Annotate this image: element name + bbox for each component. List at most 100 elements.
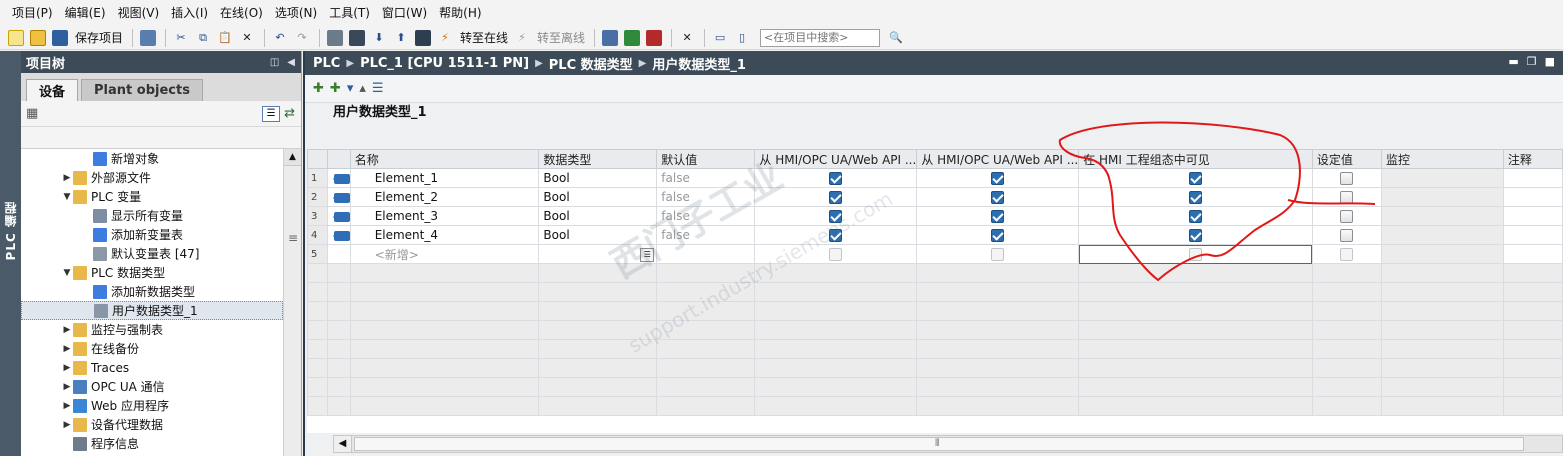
writable-cell[interactable]	[916, 206, 1080, 226]
column-header-datatype[interactable]: 数据类型	[538, 149, 658, 169]
tree-item[interactable]: 显示所有变量	[21, 206, 283, 225]
visible-cell[interactable]	[1078, 244, 1313, 264]
tree-item[interactable]: ▶ 监控与强制表	[21, 320, 283, 339]
start-cpu-icon[interactable]	[622, 28, 642, 48]
visible-checkbox[interactable]	[1189, 191, 1203, 204]
pin-icon[interactable]: ◫	[270, 57, 279, 68]
visible-checkbox[interactable]	[1189, 248, 1203, 261]
setpoint-checkbox[interactable]	[1340, 248, 1354, 261]
scroll-grip-icon[interactable]: ≡	[288, 231, 298, 245]
undo-icon[interactable]: ↶	[270, 28, 290, 48]
accessible-cell[interactable]	[754, 225, 918, 245]
datatype-picker-icon[interactable]: ☰	[640, 247, 655, 262]
default-value-cell[interactable]: false	[656, 168, 756, 188]
accessible-cell[interactable]	[754, 187, 918, 207]
name-cell[interactable]: Element_2	[349, 187, 540, 207]
visible-checkbox[interactable]	[1189, 210, 1203, 223]
close-icon[interactable]: ✕	[677, 28, 697, 48]
setpoint-cell[interactable]	[1311, 168, 1382, 188]
accessible-checkbox[interactable]	[829, 248, 843, 261]
collapse-icon[interactable]: ◀	[287, 57, 295, 68]
visible-cell[interactable]	[1078, 187, 1313, 207]
tree-item[interactable]: ▶ Web 应用程序	[21, 396, 283, 415]
split-horizontal-icon[interactable]: ▭	[710, 28, 730, 48]
menu-item[interactable]: 编辑(E)	[59, 0, 112, 26]
setpoint-checkbox[interactable]	[1340, 229, 1354, 242]
setpoint-cell[interactable]	[1311, 244, 1382, 264]
collapsed-arrow-icon[interactable]: ▶	[61, 325, 73, 335]
tree-item[interactable]: 新增对象	[21, 149, 283, 168]
default-value-cell[interactable]: false	[656, 225, 756, 245]
expanded-arrow-icon[interactable]: ▼	[61, 268, 73, 278]
accessible-checkbox[interactable]	[829, 191, 843, 204]
open-project-icon[interactable]	[28, 28, 48, 48]
accessible-devices-icon[interactable]	[600, 28, 620, 48]
collapsed-arrow-icon[interactable]: ▶	[61, 401, 73, 411]
visible-cell[interactable]	[1078, 225, 1313, 245]
writable-cell[interactable]	[916, 225, 1080, 245]
table-row[interactable]: 1 Element_1 Bool false	[307, 168, 1563, 188]
column-header-writable[interactable]: 从 HMI/OPC UA/Web API ...	[916, 149, 1080, 169]
setpoint-checkbox[interactable]	[1340, 191, 1354, 204]
table-row[interactable]: 3 Element_3 Bool false	[307, 206, 1563, 226]
breadcrumb-item[interactable]: PLC_1 [CPU 1511-1 PN]	[360, 56, 529, 71]
tree-item[interactable]: ▶ OPC UA 通信	[21, 377, 283, 396]
writable-checkbox[interactable]	[991, 172, 1005, 185]
redo-icon[interactable]: ↷	[292, 28, 312, 48]
writable-cell[interactable]	[916, 244, 1080, 264]
default-value-cell[interactable]: false	[656, 187, 756, 207]
column-header-accessible[interactable]: 从 HMI/OPC UA/Web API ...	[754, 149, 918, 169]
name-cell[interactable]: Element_4	[349, 225, 540, 245]
menu-item[interactable]: 窗口(W)	[376, 0, 433, 26]
new-row[interactable]: 5 <新增> ☰	[307, 244, 1563, 264]
maximize-icon[interactable]: ■	[1545, 55, 1555, 68]
writable-checkbox[interactable]	[991, 229, 1005, 242]
accessible-cell[interactable]	[754, 244, 918, 264]
tree-overview-icon[interactable]: ▦	[26, 106, 38, 121]
comment-cell[interactable]	[1502, 168, 1563, 188]
tree-item[interactable]: ▼ PLC 变量	[21, 187, 283, 206]
go-online-button[interactable]: 转至在线	[460, 29, 508, 46]
accessible-cell[interactable]	[754, 206, 918, 226]
breadcrumb-item[interactable]: PLC	[313, 56, 340, 71]
add-row-icon[interactable]: ✚	[330, 81, 341, 96]
search-input[interactable]	[760, 28, 881, 47]
copy-icon[interactable]: ⧉	[193, 28, 213, 48]
tab-devices[interactable]: 设备	[26, 79, 79, 101]
visible-cell[interactable]	[1078, 168, 1313, 188]
setpoint-cell[interactable]	[1311, 225, 1382, 245]
compile-icon[interactable]	[347, 28, 367, 48]
tree-item[interactable]: ▶ 设备代理数据	[21, 415, 283, 434]
search-icon[interactable]: 🔍	[886, 28, 906, 48]
visible-checkbox[interactable]	[1189, 172, 1203, 185]
print-icon[interactable]	[138, 28, 158, 48]
tree-item[interactable]: 用户数据类型_1	[21, 301, 283, 320]
writable-checkbox[interactable]	[991, 191, 1005, 204]
cut-icon[interactable]: ✂	[171, 28, 191, 48]
column-header-name[interactable]: 名称	[349, 149, 540, 169]
column-header-comment[interactable]: 注释	[1502, 149, 1563, 169]
stop-cpu-icon[interactable]	[644, 28, 664, 48]
simulation-icon[interactable]	[413, 28, 433, 48]
tree-item[interactable]: ▶ Traces	[21, 358, 283, 377]
tree-item[interactable]: ▼ PLC 数据类型	[21, 263, 283, 282]
accessible-cell[interactable]	[754, 168, 918, 188]
minimize-icon[interactable]: ▬	[1508, 55, 1518, 68]
writable-cell[interactable]	[916, 187, 1080, 207]
download-icon[interactable]: ⬇	[369, 28, 389, 48]
tab-plant-objects[interactable]: Plant objects	[81, 79, 203, 101]
restore-icon[interactable]: ❐	[1527, 55, 1537, 68]
go-offline-icon[interactable]: ⚡	[512, 28, 532, 48]
menu-item[interactable]: 帮助(H)	[433, 0, 487, 26]
project-tree-scrollbar[interactable]: ▲ ≡	[283, 149, 301, 456]
column-header-monitor[interactable]: 监控	[1380, 149, 1504, 169]
expanded-arrow-icon[interactable]: ▼	[61, 192, 73, 202]
writable-checkbox[interactable]	[991, 248, 1005, 261]
setpoint-cell[interactable]	[1311, 187, 1382, 207]
datatype-cell[interactable]: Bool	[538, 225, 658, 245]
detail-view-icon[interactable]: ☰	[262, 105, 281, 122]
split-vertical-icon[interactable]: ▯	[732, 28, 752, 48]
menu-item[interactable]: 在线(O)	[214, 0, 269, 26]
column-header-default[interactable]: 默认值	[656, 149, 756, 169]
visible-cell[interactable]	[1078, 206, 1313, 226]
